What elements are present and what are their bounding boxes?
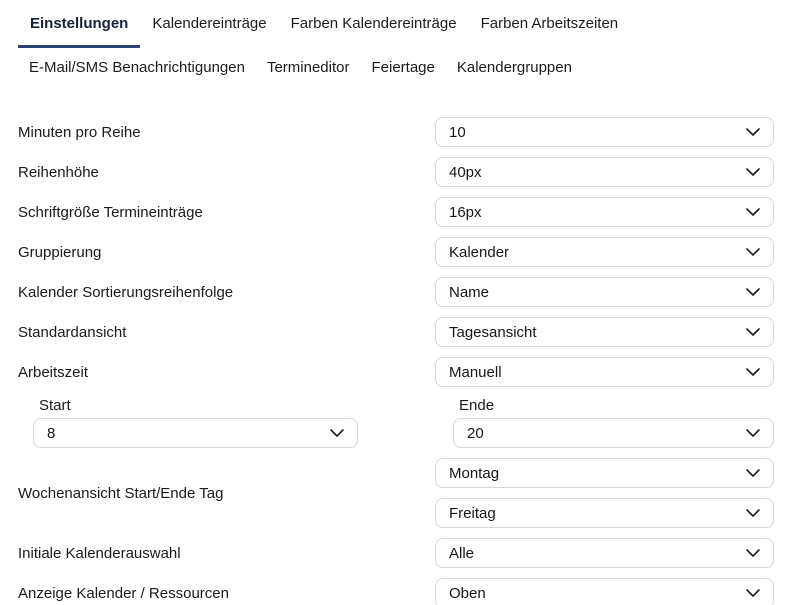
standardansicht-value: Tagesansicht bbox=[449, 323, 537, 341]
tab-row-2: E-Mail/SMS Benachrichtigungen Terminedit… bbox=[18, 52, 792, 89]
anzeige-kalender-select[interactable]: Oben bbox=[435, 578, 774, 605]
form-row-standardansicht: Standardansicht Tagesansicht bbox=[17, 317, 774, 347]
chevron-down-icon bbox=[746, 168, 760, 176]
tab-farben-arbeitszeiten[interactable]: Farben Arbeitszeiten bbox=[469, 8, 631, 48]
wochenansicht-selects: Montag Freitag bbox=[435, 458, 774, 528]
schriftgroesse-value: 16px bbox=[449, 203, 482, 221]
wochenansicht-end-select[interactable]: Freitag bbox=[435, 498, 774, 528]
chevron-down-icon bbox=[746, 248, 760, 256]
chevron-down-icon bbox=[746, 368, 760, 376]
chevron-down-icon bbox=[746, 128, 760, 136]
chevron-down-icon bbox=[746, 509, 760, 517]
sortierung-value: Name bbox=[449, 283, 490, 301]
standardansicht-label: Standardansicht bbox=[18, 323, 127, 341]
tab-termineditor[interactable]: Termineditor bbox=[256, 52, 361, 89]
initiale-kalenderauswahl-label: Initiale Kalenderauswahl bbox=[18, 544, 181, 562]
worktime-end-label: Ende bbox=[459, 397, 495, 414]
arbeitszeit-label: Arbeitszeit bbox=[18, 363, 89, 381]
worktime-end-group: Ende 20 bbox=[453, 397, 774, 448]
chevron-down-icon bbox=[746, 469, 760, 477]
form-row-schriftgroesse: Schriftgröße Termineinträge 16px bbox=[17, 197, 774, 227]
tab-row-1: Einstellungen Kalendereinträge Farben Ka… bbox=[18, 8, 792, 48]
wochenansicht-start-select[interactable]: Montag bbox=[435, 458, 774, 488]
gruppierung-value: Kalender bbox=[449, 243, 510, 261]
initiale-kalenderauswahl-select[interactable]: Alle bbox=[435, 538, 774, 568]
schriftgroesse-select[interactable]: 16px bbox=[435, 197, 774, 227]
tab-kalendereintraege[interactable]: Kalendereinträge bbox=[140, 8, 278, 48]
chevron-down-icon bbox=[746, 208, 760, 216]
gruppierung-label: Gruppierung bbox=[18, 243, 102, 261]
form-row-sortierung: Kalender Sortierungsreihenfolge Name bbox=[17, 277, 774, 307]
standardansicht-select[interactable]: Tagesansicht bbox=[435, 317, 774, 347]
form-row-minuten-pro-reihe: Minuten pro Reihe 10 bbox=[17, 117, 774, 147]
form-row-arbeitszeit: Arbeitszeit Manuell bbox=[17, 357, 774, 387]
tab-kalendergruppen[interactable]: Kalendergruppen bbox=[446, 52, 583, 89]
worktime-end-value: 20 bbox=[467, 424, 484, 442]
tab-feiertage[interactable]: Feiertage bbox=[360, 52, 445, 89]
anzeige-kalender-value: Oben bbox=[449, 584, 486, 602]
wochenansicht-label: Wochenansicht Start/Ende Tag bbox=[18, 484, 224, 502]
reihenhoehe-label: Reihenhöhe bbox=[18, 163, 99, 181]
tab-bar: Einstellungen Kalendereinträge Farben Ka… bbox=[0, 0, 792, 89]
minuten-pro-reihe-label: Minuten pro Reihe bbox=[18, 123, 141, 141]
form-row-anzeige-kalender: Anzeige Kalender / Ressourcen Oben bbox=[17, 578, 774, 605]
arbeitszeit-select[interactable]: Manuell bbox=[435, 357, 774, 387]
tab-email-sms-benachrichtigungen[interactable]: E-Mail/SMS Benachrichtigungen bbox=[18, 52, 256, 89]
settings-form: Minuten pro Reihe 10 Reihenhöhe 40px Sch… bbox=[17, 117, 774, 387]
gruppierung-select[interactable]: Kalender bbox=[435, 237, 774, 267]
worktime-subrow: Start 8 Ende 20 bbox=[17, 397, 774, 448]
worktime-start-group: Start 8 bbox=[33, 397, 358, 448]
chevron-down-icon bbox=[330, 429, 344, 437]
anzeige-kalender-label: Anzeige Kalender / Ressourcen bbox=[18, 584, 229, 602]
schriftgroesse-label: Schriftgröße Termineinträge bbox=[18, 203, 203, 221]
form-row-reihenhoehe: Reihenhöhe 40px bbox=[17, 157, 774, 187]
wochenansicht-end-value: Freitag bbox=[449, 504, 496, 522]
form-row-wochenansicht: Wochenansicht Start/Ende Tag Montag Frei… bbox=[17, 458, 774, 528]
chevron-down-icon bbox=[746, 549, 760, 557]
initiale-kalenderauswahl-value: Alle bbox=[449, 544, 475, 562]
arbeitszeit-value: Manuell bbox=[449, 363, 502, 381]
reihenhoehe-value: 40px bbox=[449, 163, 482, 181]
chevron-down-icon bbox=[746, 288, 760, 296]
minuten-pro-reihe-value: 10 bbox=[449, 123, 466, 141]
sortierung-select[interactable]: Name bbox=[435, 277, 774, 307]
chevron-down-icon bbox=[746, 589, 760, 597]
tab-farben-kalendereintraege[interactable]: Farben Kalendereinträge bbox=[279, 8, 469, 48]
worktime-start-select[interactable]: 8 bbox=[33, 418, 358, 448]
form-row-gruppierung: Gruppierung Kalender bbox=[17, 237, 774, 267]
wochenansicht-start-value: Montag bbox=[449, 464, 500, 482]
chevron-down-icon bbox=[746, 429, 760, 437]
reihenhoehe-select[interactable]: 40px bbox=[435, 157, 774, 187]
worktime-start-value: 8 bbox=[47, 424, 56, 442]
form-row-initiale-kalenderauswahl: Initiale Kalenderauswahl Alle bbox=[17, 538, 774, 568]
tab-einstellungen[interactable]: Einstellungen bbox=[18, 8, 141, 48]
sortierung-label: Kalender Sortierungsreihenfolge bbox=[18, 283, 234, 301]
minuten-pro-reihe-select[interactable]: 10 bbox=[435, 117, 774, 147]
chevron-down-icon bbox=[746, 328, 760, 336]
worktime-start-label: Start bbox=[39, 397, 71, 414]
worktime-end-select[interactable]: 20 bbox=[453, 418, 774, 448]
